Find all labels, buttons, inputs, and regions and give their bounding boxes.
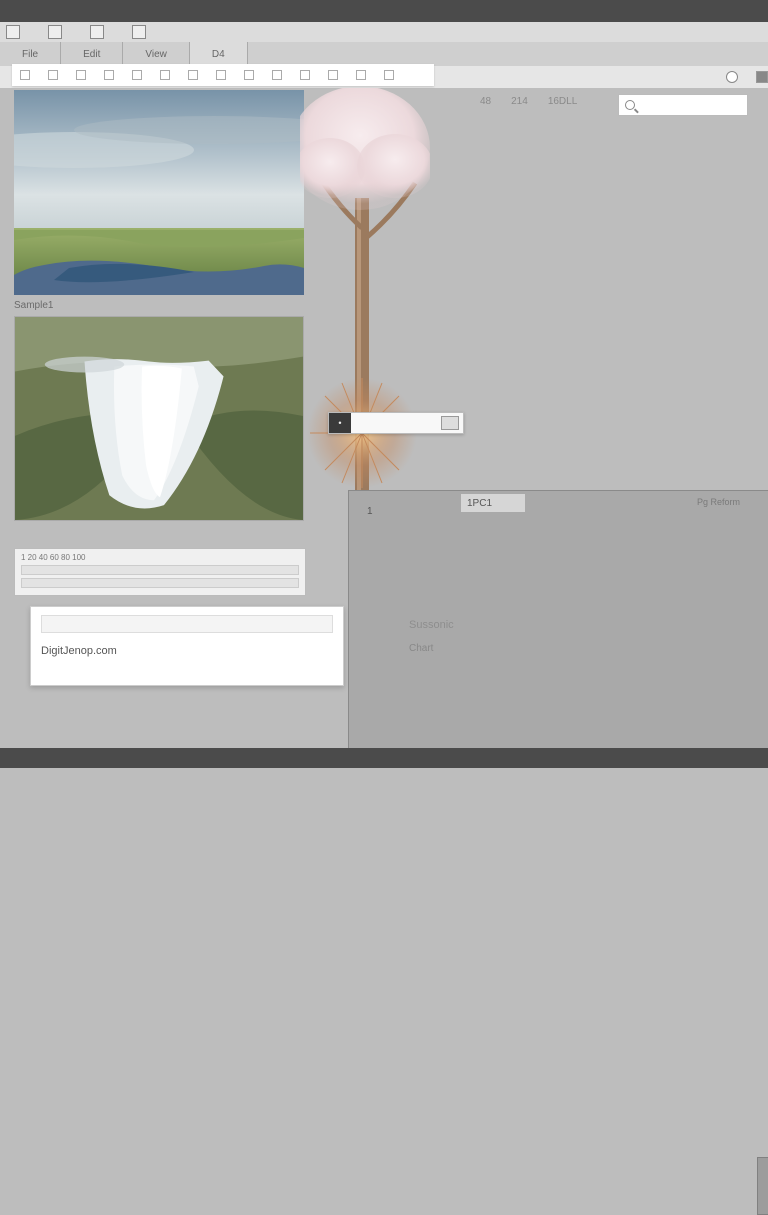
mini-icon[interactable] — [160, 70, 170, 80]
panel-subtitle: Chart — [409, 643, 433, 654]
canvas-waterfall[interactable] — [14, 316, 304, 521]
mini-icon[interactable] — [20, 70, 30, 80]
timeline-track[interactable] — [21, 578, 299, 588]
status-bar — [0, 748, 768, 768]
properties-panel: 1 1PC1 Pg Reform Sussonic Chart 70 P1DA — [348, 490, 768, 752]
tab-file[interactable]: File — [0, 42, 61, 66]
mini-icon[interactable] — [328, 70, 338, 80]
mini-icon[interactable] — [244, 70, 254, 80]
float-end-icon[interactable] — [441, 416, 459, 430]
mini-icon[interactable] — [48, 70, 58, 80]
thumbnail-label: Sample1 — [14, 300, 53, 311]
mini-icon[interactable] — [216, 70, 226, 80]
tab-view[interactable]: View — [123, 42, 190, 66]
prop-value: 214 — [511, 96, 528, 107]
property-readout: 48 214 16DLL — [480, 96, 577, 107]
floating-toolbar[interactable]: • — [328, 412, 464, 434]
title-bar — [0, 0, 768, 22]
script-panel: DigitJenop.com — [30, 606, 344, 686]
search-icon — [625, 100, 635, 110]
qa-icon-1[interactable] — [6, 25, 20, 39]
script-input-row[interactable] — [41, 615, 333, 633]
color-swatch[interactable] — [756, 71, 768, 83]
qa-icon-4[interactable] — [132, 25, 146, 39]
secondary-toolbar — [12, 64, 434, 86]
timeline-panel[interactable]: 1 20 40 60 80 100 — [14, 548, 306, 596]
mini-icon[interactable] — [356, 70, 366, 80]
mini-icon[interactable] — [104, 70, 114, 80]
float-move-icon[interactable]: • — [329, 413, 351, 433]
mini-icon[interactable] — [76, 70, 86, 80]
tab-edit[interactable]: Edit — [61, 42, 123, 66]
script-source-label: DigitJenop.com — [41, 645, 333, 657]
canvas-landscape[interactable] — [14, 90, 304, 295]
panel-value-field[interactable]: 1PC1 — [461, 494, 525, 512]
prop-value: 16DLL — [548, 96, 577, 107]
panel-tab[interactable]: 1 — [367, 506, 373, 517]
panel-meta: Pg Reform — [697, 497, 740, 507]
timeline-ruler: 1 20 40 60 80 100 — [21, 553, 299, 562]
mini-icon[interactable] — [272, 70, 282, 80]
prop-value: 48 — [480, 96, 491, 107]
document-tabs: File Edit View D4 — [0, 42, 768, 66]
mini-icon[interactable] — [188, 70, 198, 80]
qa-icon-3[interactable] — [90, 25, 104, 39]
mini-icon[interactable] — [132, 70, 142, 80]
quick-access-toolbar — [0, 22, 768, 42]
tab-d4[interactable]: D4 — [190, 42, 248, 66]
search-input[interactable] — [618, 94, 748, 116]
workflow-strip: 70 P1DA — [757, 1157, 768, 1215]
panel-section-title: Sussonic — [409, 619, 454, 631]
mini-icon[interactable] — [384, 70, 394, 80]
qa-icon-2[interactable] — [48, 25, 62, 39]
mini-icon[interactable] — [300, 70, 310, 80]
record-icon[interactable] — [726, 71, 738, 83]
timeline-track[interactable] — [21, 565, 299, 575]
